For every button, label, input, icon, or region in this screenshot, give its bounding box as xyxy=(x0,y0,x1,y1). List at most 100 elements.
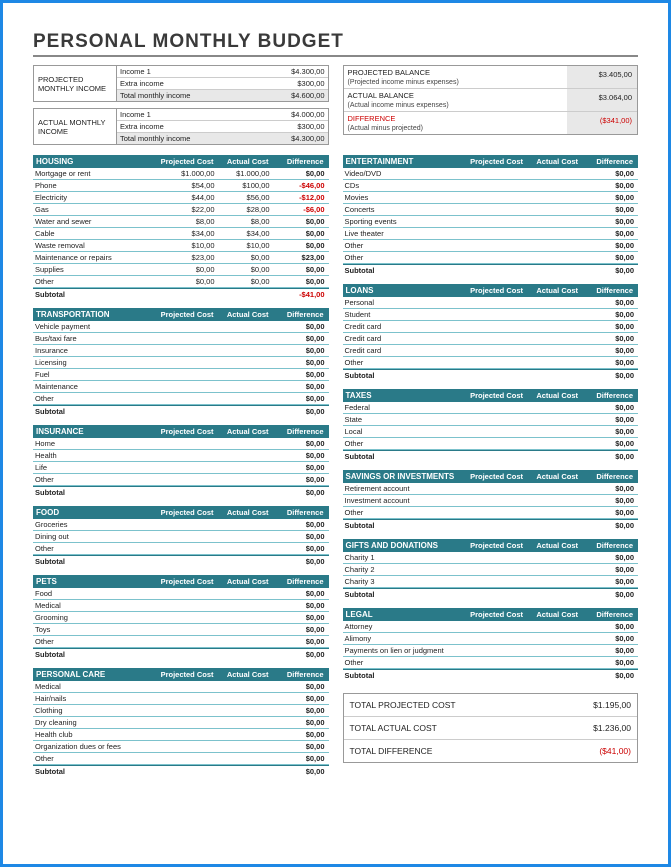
expense-projected xyxy=(162,322,217,331)
expense-diff: $0,00 xyxy=(581,577,636,586)
subtotal-row: Subtotal$0,00 xyxy=(343,519,639,531)
total-row: TOTAL DIFFERENCE($41,00) xyxy=(344,740,638,762)
balance-row: DIFFERENCE(Actual minus projected)($341,… xyxy=(344,112,638,134)
expense-projected xyxy=(471,553,526,562)
expense-name: Organization dues or fees xyxy=(35,742,162,751)
expense-actual xyxy=(217,754,272,763)
subtotal-label: Subtotal xyxy=(35,557,162,566)
expense-name: Credit card xyxy=(345,346,472,355)
actual-income-block: ACTUAL MONTHLY INCOME Income 1$4.000,00E… xyxy=(33,108,329,145)
expense-name: State xyxy=(345,415,472,424)
total-value: ($41,00) xyxy=(551,746,631,756)
col-actual: Actual Cost xyxy=(525,472,580,481)
expense-actual xyxy=(217,382,272,391)
expense-row: Investment account$0,00 xyxy=(343,495,639,507)
expense-diff: $0,00 xyxy=(581,310,636,319)
title-rule xyxy=(33,55,638,57)
category-name: LOANS xyxy=(346,286,471,295)
expense-row: Supplies$0,00$0,00$0,00 xyxy=(33,264,329,276)
expense-diff: $0,00 xyxy=(581,298,636,307)
col-projected: Projected Cost xyxy=(470,286,525,295)
expense-diff: $0,00 xyxy=(272,451,327,460)
col-actual: Actual Cost xyxy=(525,391,580,400)
expense-projected xyxy=(471,181,526,190)
expense-name: Movies xyxy=(345,193,472,202)
col-diff: Difference xyxy=(271,427,326,436)
expense-diff: $0,00 xyxy=(581,634,636,643)
subtotal-row: Subtotal-$41,00 xyxy=(33,288,329,300)
expense-actual: $10,00 xyxy=(217,241,272,250)
expense-row: Other$0,00 xyxy=(343,357,639,369)
balance-label: PROJECTED BALANCE(Projected income minus… xyxy=(344,66,568,88)
expense-name: Local xyxy=(345,427,472,436)
expense-row: Federal$0,00 xyxy=(343,402,639,414)
subtotal-value: $0,00 xyxy=(581,521,636,530)
category-name: HOUSING xyxy=(36,157,161,166)
expense-projected xyxy=(471,403,526,412)
expense-row: Life$0,00 xyxy=(33,462,329,474)
expense-projected xyxy=(471,658,526,667)
expense-name: Other xyxy=(345,658,472,667)
expense-name: Hair/nails xyxy=(35,694,162,703)
category-name: LEGAL xyxy=(346,610,471,619)
category-header: LEGALProjected CostActual CostDifference xyxy=(343,608,639,621)
expense-projected xyxy=(471,565,526,574)
category-name: GIFTS AND DONATIONS xyxy=(346,541,471,550)
subtotal-row: Subtotal$0,00 xyxy=(33,648,329,660)
expense-row: Maintenance or repairs$23,00$0,00$23,00 xyxy=(33,252,329,264)
total-value: $1.195,00 xyxy=(551,700,631,710)
expense-diff: $0,00 xyxy=(581,322,636,331)
col-diff: Difference xyxy=(580,610,635,619)
expense-actual xyxy=(217,730,272,739)
expense-projected xyxy=(162,532,217,541)
income-row-label: Total monthly income xyxy=(117,133,268,144)
expense-actual xyxy=(217,322,272,331)
expense-row: Phone$54,00$100,00-$46,00 xyxy=(33,180,329,192)
expense-diff: $0,00 xyxy=(581,346,636,355)
expense-row: Retirement account$0,00 xyxy=(343,483,639,495)
income-row-label: Total monthly income xyxy=(117,90,268,101)
expense-projected xyxy=(471,577,526,586)
category-gifts-and-donations: GIFTS AND DONATIONSProjected CostActual … xyxy=(343,539,639,600)
expense-actual xyxy=(526,241,581,250)
expense-projected xyxy=(471,310,526,319)
expense-row: Grooming$0,00 xyxy=(33,612,329,624)
expense-name: Concerts xyxy=(345,205,472,214)
expense-actual: $1.000,00 xyxy=(217,169,272,178)
expense-row: Video/DVD$0,00 xyxy=(343,168,639,180)
expense-row: Live theater$0,00 xyxy=(343,228,639,240)
expense-projected xyxy=(162,625,217,634)
col-actual: Actual Cost xyxy=(216,577,271,586)
expense-diff: $0,00 xyxy=(581,334,636,343)
expense-actual xyxy=(217,742,272,751)
expense-actual xyxy=(526,403,581,412)
expense-actual xyxy=(526,193,581,202)
expense-row: Water and sewer$8,00$8,00$0,00 xyxy=(33,216,329,228)
balance-row: ACTUAL BALANCE(Actual income minus expen… xyxy=(344,89,638,112)
expense-actual xyxy=(217,451,272,460)
expense-name: Personal xyxy=(345,298,472,307)
col-diff: Difference xyxy=(271,577,326,586)
subtotal-row: Subtotal$0,00 xyxy=(343,669,639,681)
expense-diff: $0,00 xyxy=(581,217,636,226)
expense-actual xyxy=(526,427,581,436)
expense-row: Local$0,00 xyxy=(343,426,639,438)
subtotal-label: Subtotal xyxy=(35,650,162,659)
expense-actual xyxy=(217,718,272,727)
expense-row: Charity 2$0,00 xyxy=(343,564,639,576)
subtotal-row: Subtotal$0,00 xyxy=(343,450,639,462)
expense-name: Other xyxy=(345,358,472,367)
expense-name: Waste removal xyxy=(35,241,162,250)
expense-name: Phone xyxy=(35,181,162,190)
subtotal-row: Subtotal$0,00 xyxy=(33,486,329,498)
expense-name: Medical xyxy=(35,682,162,691)
expense-actual xyxy=(526,658,581,667)
income-row-value: $300,00 xyxy=(268,121,328,132)
subtotal-label: Subtotal xyxy=(35,767,162,776)
subtotal-value: $0,00 xyxy=(272,488,327,497)
expense-name: Sporting events xyxy=(345,217,472,226)
expense-projected xyxy=(471,634,526,643)
expense-actual: $8,00 xyxy=(217,217,272,226)
expense-row: Vehicle payment$0,00 xyxy=(33,321,329,333)
expense-row: Credit card$0,00 xyxy=(343,333,639,345)
